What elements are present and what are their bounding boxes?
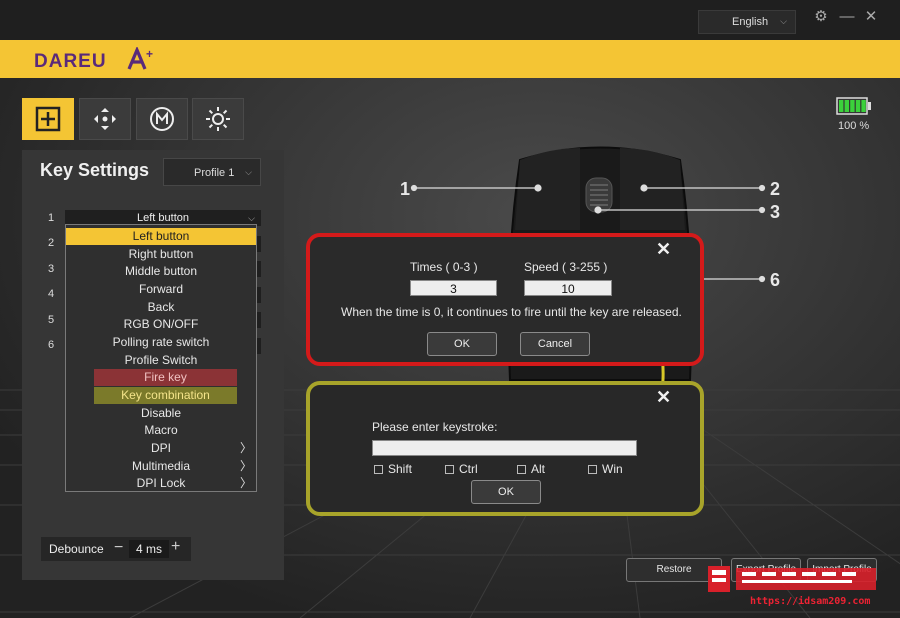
fire-note: When the time is 0, it continues to fire… (341, 305, 682, 319)
keystroke-input[interactable] (372, 440, 637, 456)
ctrl-checkbox[interactable]: Ctrl (445, 462, 478, 476)
fire-ok-button[interactable]: OK (427, 332, 497, 356)
debounce-control: Debounce − 4 ms + (41, 537, 191, 561)
panel-title: Key Settings (40, 160, 150, 180)
dropdown-item-rgb[interactable]: RGB ON/OFF (66, 316, 256, 333)
row-number: 1 (48, 212, 55, 224)
battery-cell (855, 100, 861, 112)
shift-label: Shift (388, 462, 413, 476)
dropdown-item-right-button[interactable]: Right button (66, 246, 256, 263)
title-bar: English ⌵ ⚙ — ✕ (0, 0, 900, 40)
move-arrows-icon (94, 108, 116, 130)
row-number: 3 (48, 263, 55, 275)
chevron-right-icon: 〉 (239, 459, 252, 473)
alt-label: Alt (531, 462, 546, 476)
debounce-plus-button[interactable]: + (171, 538, 180, 556)
close-icon[interactable]: ✕ (656, 239, 671, 260)
battery-icon (836, 97, 871, 115)
macro-m-icon (150, 107, 174, 131)
row-number: 4 (48, 288, 55, 300)
dareu-logo: DAREU + (34, 47, 153, 72)
dropdown-item-forward[interactable]: Forward (66, 281, 256, 298)
speed-input[interactable]: 10 (524, 280, 612, 296)
fire-key-dialog: ✕ Times ( 0-3 ) Speed ( 3-255 ) 3 10 Whe… (306, 233, 704, 366)
language-select[interactable]: English ⌵ (698, 10, 796, 34)
dropdown-item-middle-button[interactable]: Middle button (66, 263, 256, 280)
dropdown-item-dpi[interactable]: DPI 〉 (66, 440, 256, 457)
times-label: Times ( 0-3 ) (410, 260, 478, 274)
dropdown-item-key-combination[interactable]: Key combination (94, 387, 237, 404)
chevron-right-icon: 〉 (239, 441, 252, 455)
key-settings-panel: Key Settings Profile 1 ⌵ 1 2 3 4 5 6 Lef… (22, 150, 284, 580)
battery-percent: 100 % (838, 120, 870, 132)
dropdown-item-left-button[interactable]: Left button (66, 228, 256, 245)
chevron-down-icon: ⌵ (245, 167, 252, 177)
debounce-minus-button[interactable]: − (114, 539, 123, 557)
row-number: 2 (48, 237, 55, 249)
win-label: Win (602, 462, 623, 476)
dropdown-item-disable[interactable]: Disable (66, 405, 256, 422)
tab-macro[interactable] (136, 98, 188, 140)
keystroke-prompt: Please enter keystroke: (372, 420, 498, 434)
watermark-url: https://idsam209.com (750, 596, 871, 607)
battery-cell (839, 100, 844, 112)
dropdown-item-dpi-lock[interactable]: DPI Lock 〉 (66, 475, 256, 492)
checkbox-box (588, 465, 597, 474)
profile-select[interactable]: Profile 1 ⌵ (163, 158, 261, 186)
dropdown-item-multimedia[interactable]: Multimedia 〉 (66, 458, 256, 475)
row-number: 5 (48, 314, 55, 326)
combo-ok-button[interactable]: OK (471, 480, 541, 504)
brand-bar: DAREU + (0, 40, 900, 78)
fire-cancel-button[interactable]: Cancel (520, 332, 590, 356)
dropdown-item-polling-rate[interactable]: Polling rate switch (66, 334, 256, 351)
speed-label: Speed ( 3-255 ) (524, 260, 608, 274)
dropdown-item-macro[interactable]: Macro (66, 422, 256, 439)
tab-dpi[interactable] (79, 98, 131, 140)
debounce-label: Debounce (49, 542, 104, 556)
battery-cell (850, 100, 855, 112)
chevron-down-icon: ⌵ (780, 16, 787, 26)
svg-text:+: + (146, 47, 153, 61)
tab-lighting[interactable] (192, 98, 244, 140)
plus-square-icon (35, 106, 61, 132)
dpi-lock-label: DPI Lock (136, 476, 186, 490)
close-icon[interactable]: ✕ (656, 387, 671, 408)
chevron-right-icon: 〉 (239, 476, 252, 490)
callout-3: 3 (770, 202, 781, 222)
dpi-label: DPI (150, 441, 171, 455)
checkbox-box (517, 465, 526, 474)
gear-icon[interactable]: ⚙ (812, 8, 830, 26)
tab-key-settings[interactable] (22, 98, 74, 140)
times-input[interactable]: 3 (410, 280, 497, 296)
win-checkbox[interactable]: Win (588, 462, 623, 476)
profile-value: Profile 1 (194, 167, 235, 179)
key-1-value: Left button (137, 212, 189, 224)
checkbox-box (445, 465, 454, 474)
row-number: 6 (48, 339, 55, 351)
language-value: English (732, 16, 769, 28)
battery-cell (861, 100, 866, 112)
dropdown-item-fire-key[interactable]: Fire key (94, 369, 237, 386)
checkbox-box (374, 465, 383, 474)
alt-checkbox[interactable]: Alt (517, 462, 545, 476)
dropdown-item-back[interactable]: Back (66, 299, 256, 316)
key-function-dropdown: Left button Right button Middle button F… (65, 224, 257, 492)
svg-text:DAREU: DAREU (34, 51, 107, 72)
debounce-value[interactable]: 4 ms (129, 540, 169, 558)
callout-1: 1 (400, 179, 411, 199)
ctrl-label: Ctrl (459, 462, 478, 476)
key-combination-dialog: ✕ Please enter keystroke: Shift Ctrl Alt… (306, 381, 704, 516)
close-icon[interactable]: ✕ (862, 8, 880, 26)
shift-checkbox[interactable]: Shift (374, 462, 412, 476)
minimize-icon[interactable]: — (838, 8, 856, 26)
battery-cell (844, 100, 849, 112)
multimedia-label: Multimedia (131, 459, 191, 473)
callout-2: 2 (770, 179, 781, 199)
callout-6: 6 (770, 270, 781, 290)
light-sun-icon (206, 107, 230, 131)
dropdown-item-profile-switch[interactable]: Profile Switch (66, 352, 256, 369)
